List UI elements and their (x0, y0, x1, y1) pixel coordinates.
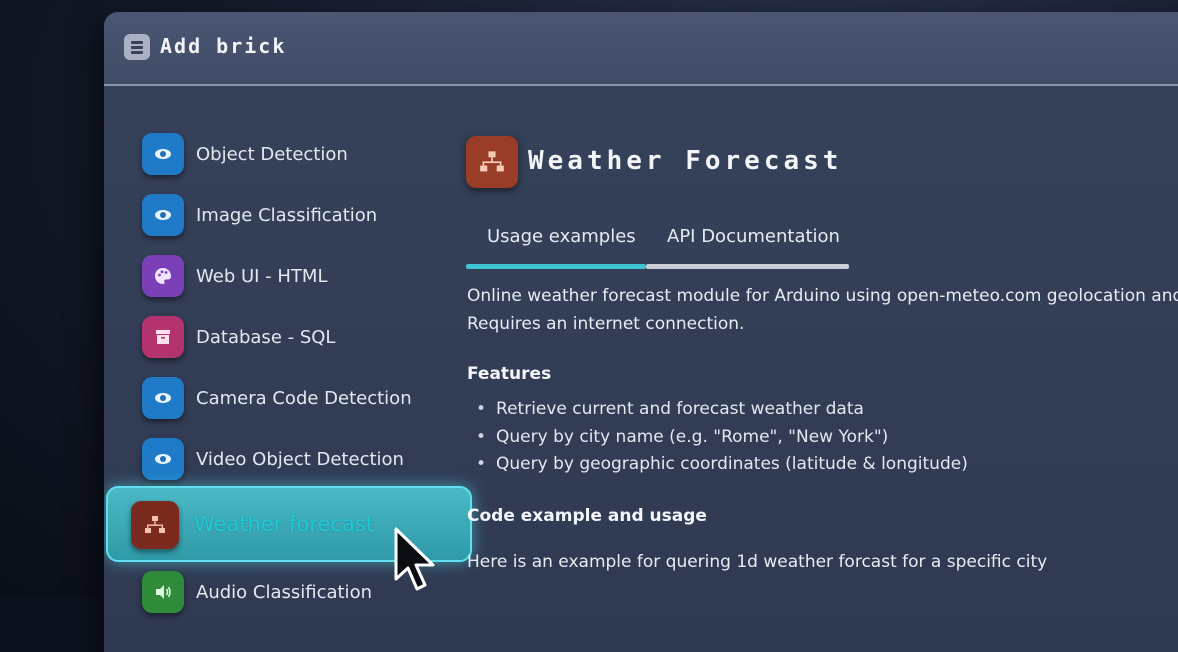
code-intro: Here is an example for quering 1d weathe… (467, 552, 1048, 572)
dialog-titlebar: Add brick (104, 12, 1178, 86)
sidebar-item-audio-classification[interactable]: Audio Classification (142, 568, 372, 616)
list-item: Query by city name (e.g. "Rome", "New Yo… (476, 424, 968, 452)
tab-api-documentation[interactable]: API Documentation (667, 226, 840, 247)
sidebar-item-label: Audio Classification (196, 581, 372, 603)
code-heading: Code example and usage (467, 506, 707, 526)
list-item: Retrieve current and forecast weather da… (476, 396, 968, 424)
active-tab-indicator (466, 264, 646, 269)
eye-icon (142, 377, 184, 419)
sidebar-item-image-classification[interactable]: Image Classification (142, 191, 377, 239)
sidebar-item-database-sql[interactable]: Database - SQL (142, 313, 335, 361)
network-icon (131, 501, 179, 549)
description-line: Online weather forecast module for Ardui… (467, 286, 1178, 306)
sidebar-item-video-object-detection[interactable]: Video Object Detection (142, 435, 404, 483)
eye-icon (142, 194, 184, 236)
page-title: Weather Forecast (528, 146, 843, 176)
eye-icon (142, 133, 184, 175)
sidebar-item-object-detection[interactable]: Object Detection (142, 130, 348, 178)
sidebar-item-web-ui-html[interactable]: Web UI - HTML (142, 252, 327, 300)
description-line: Requires an internet connection. (467, 314, 745, 334)
inactive-tab-indicator (646, 264, 849, 269)
sidebar-item-label: Object Detection (196, 143, 348, 165)
features-list: Retrieve current and forecast weather da… (476, 396, 968, 479)
features-heading: Features (467, 364, 552, 384)
mouse-cursor-icon (394, 527, 435, 591)
dialog-content: Object Detection Image Classification We… (104, 86, 1178, 652)
sidebar-item-label: Camera Code Detection (196, 387, 412, 409)
sidebar-item-label: Weather forecast (194, 512, 375, 536)
list-item: Query by geographic coordinates (latitud… (476, 451, 968, 479)
brick-icon (124, 34, 150, 60)
sidebar-item-camera-code-detection[interactable]: Camera Code Detection (142, 374, 412, 422)
sidebar-item-label: Web UI - HTML (196, 265, 328, 287)
sound-icon (142, 571, 184, 613)
sidebar-item-label: Image Classification (196, 204, 378, 226)
dialog-title: Add brick (160, 34, 287, 58)
eye-icon (142, 438, 184, 480)
sidebar-item-label: Video Object Detection (196, 448, 404, 470)
palette-icon (142, 255, 184, 297)
sidebar-item-label: Database - SQL (196, 326, 336, 348)
archive-icon (142, 316, 184, 358)
tab-usage-examples[interactable]: Usage examples (487, 226, 636, 247)
description: Online weather forecast module for Ardui… (467, 282, 1178, 338)
add-brick-dialog: Add brick Object Detection Image Classif… (104, 12, 1178, 652)
network-icon (466, 136, 518, 188)
